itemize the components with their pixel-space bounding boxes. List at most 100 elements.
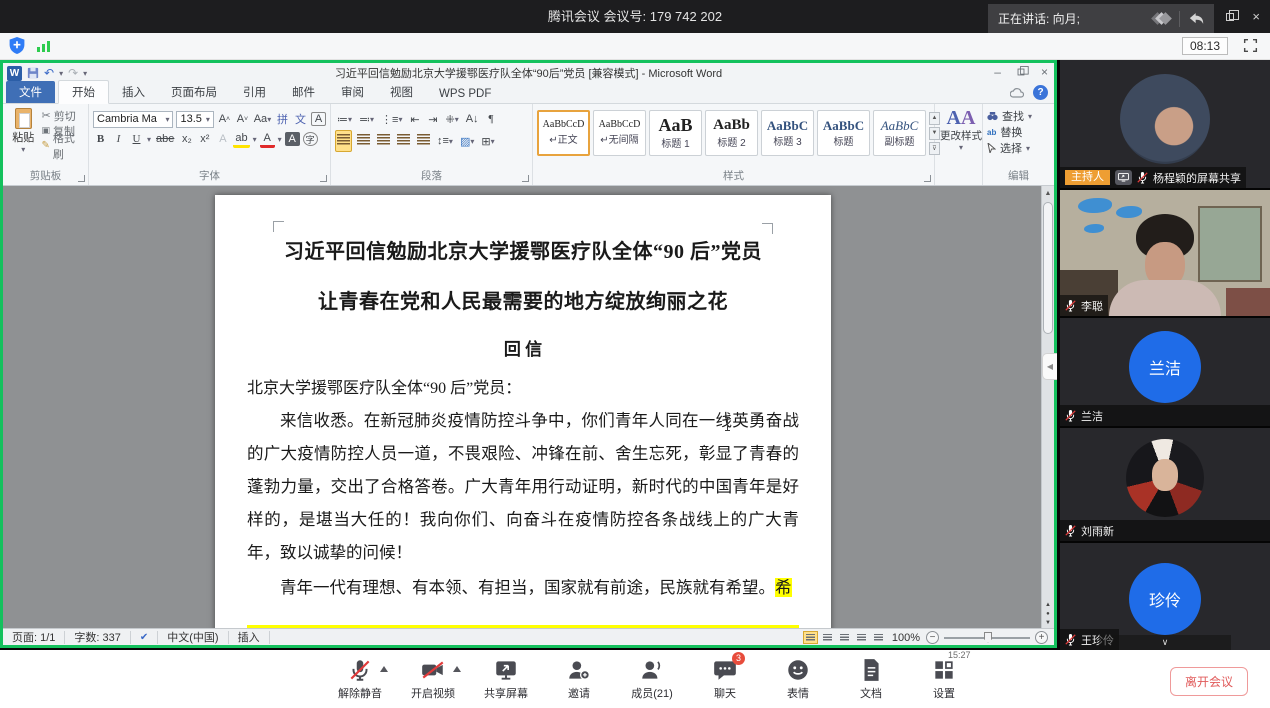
character-shading-button[interactable]: A	[285, 132, 300, 146]
subscript-button[interactable]: x₂	[179, 130, 194, 148]
participant-tile[interactable]: 兰洁 兰洁	[1060, 318, 1270, 426]
format-painter-button[interactable]: ✎格式刷	[42, 138, 84, 153]
style-subtitle[interactable]: AaBbC 副标题	[873, 110, 926, 156]
show-marks-button[interactable]: ¶	[484, 110, 499, 128]
page-indicator[interactable]: 页面: 1/1	[3, 631, 65, 644]
outline-view-button[interactable]	[854, 631, 869, 644]
borders-button[interactable]: ⊞▾	[479, 132, 496, 150]
strikethrough-button[interactable]: abe	[154, 130, 176, 148]
style-heading3[interactable]: AaBbC 标题 3	[761, 110, 814, 156]
settings-button[interactable]: 设置	[920, 657, 968, 701]
word-minimize-button[interactable]: –	[994, 66, 1001, 78]
change-styles-button[interactable]: AA 更改样式 ▾	[939, 108, 983, 152]
change-case-button[interactable]: Aa▾	[253, 110, 272, 128]
tab-home[interactable]: 开始	[58, 80, 109, 104]
redo-icon[interactable]: ↷	[68, 67, 78, 79]
styles-dialog-launcher[interactable]	[924, 175, 931, 182]
align-left-button[interactable]	[335, 130, 352, 152]
participant-tile-video[interactable]: 李聪	[1060, 190, 1270, 316]
tab-view[interactable]: 视图	[377, 81, 426, 103]
grow-font-button[interactable]: A˄	[217, 110, 232, 128]
characters-button[interactable]: 文	[293, 110, 308, 128]
undo-icon[interactable]: ↶	[44, 67, 54, 79]
distributed-button[interactable]	[415, 130, 432, 152]
style-title[interactable]: AaBbC 标题	[817, 110, 870, 156]
multilevel-list-button[interactable]: ⋮≡▾	[379, 110, 404, 128]
style-no-spacing[interactable]: AaBbCcD ↵无间隔	[593, 110, 646, 156]
superscript-button[interactable]: x²	[197, 130, 212, 148]
tab-page-layout[interactable]: 页面布局	[158, 81, 230, 103]
word-count[interactable]: 字数: 337	[65, 631, 130, 644]
style-heading1[interactable]: AaB 标题 1	[649, 110, 702, 156]
font-dialog-launcher[interactable]	[320, 175, 327, 182]
increase-indent-button[interactable]: ⇥	[425, 110, 440, 128]
video-options-caret[interactable]	[453, 666, 461, 672]
participant-tile[interactable]: 珍伶 王珍伶 ∨	[1060, 543, 1270, 650]
replace-button[interactable]: ab 替换	[987, 124, 1050, 140]
font-color-button[interactable]: A	[260, 130, 275, 148]
security-shield-icon[interactable]	[8, 36, 26, 55]
close-button[interactable]: ×	[1252, 10, 1260, 23]
scroll-up-arrow[interactable]: ▲	[1045, 186, 1052, 200]
document-page[interactable]: 习近平回信勉励北京大学援鄂医疗队全体“90 后”党员 让青春在党和人民最需要的地…	[215, 195, 831, 628]
leave-meeting-button[interactable]: 离开会议	[1170, 667, 1248, 696]
style-heading2[interactable]: AaBb 标题 2	[705, 110, 758, 156]
find-button[interactable]: 查找▾	[987, 108, 1050, 124]
word-restore-button[interactable]	[1018, 69, 1025, 76]
vertical-scrollbar[interactable]: ▲ ▲ ● ▼	[1041, 186, 1054, 628]
members-button[interactable]: 成员(21)	[628, 657, 676, 701]
sort-button[interactable]: A↓	[464, 110, 481, 128]
unmute-button[interactable]: 解除静音	[336, 657, 384, 701]
web-layout-view-button[interactable]	[837, 631, 852, 644]
next-page-button[interactable]: ▼	[1045, 620, 1051, 626]
paragraph-dialog-launcher[interactable]	[522, 175, 529, 182]
network-signal-icon[interactable]	[36, 38, 52, 54]
save-icon[interactable]	[27, 67, 39, 79]
help-icon[interactable]: ?	[1033, 85, 1048, 100]
tab-mailings[interactable]: 邮件	[279, 81, 328, 103]
spellcheck-status[interactable]: ✔	[131, 631, 158, 644]
zoom-in-button[interactable]: +	[1035, 631, 1048, 644]
underline-button[interactable]: U	[129, 130, 144, 148]
sync-cloud-icon[interactable]	[1010, 88, 1024, 98]
invite-button[interactable]: 邀请	[555, 657, 603, 701]
shading-button[interactable]: ▨▾	[458, 132, 476, 150]
zoom-track[interactable]	[944, 637, 1030, 639]
participant-tile[interactable]: 刘雨新	[1060, 428, 1270, 541]
bullets-button[interactable]: ≔▾	[335, 110, 354, 128]
style-normal[interactable]: AaBbCcD ↵正文	[537, 110, 590, 156]
start-video-button[interactable]: 开启视频	[409, 657, 457, 701]
chat-button[interactable]: 3 聊天	[701, 657, 749, 701]
enclose-characters-button[interactable]: 字	[303, 132, 318, 146]
docs-button[interactable]: 文档	[847, 657, 895, 701]
mic-options-caret[interactable]	[380, 666, 388, 672]
shrink-font-button[interactable]: A˅	[235, 110, 250, 128]
decrease-indent-button[interactable]: ⇤	[407, 110, 422, 128]
numbering-button[interactable]: ≕▾	[357, 110, 376, 128]
restore-button[interactable]	[1226, 13, 1234, 21]
qat-customize-caret[interactable]: ▾	[83, 69, 87, 78]
document-canvas[interactable]: 习近平回信勉励北京大学援鄂医疗队全体“90 后”党员 让青春在党和人民最需要的地…	[3, 186, 1054, 628]
paste-button[interactable]: 粘贴 ▾	[7, 108, 40, 154]
scrollbar-thumb[interactable]	[1043, 202, 1053, 334]
align-center-button[interactable]	[355, 130, 372, 152]
tab-references[interactable]: 引用	[230, 81, 279, 103]
tab-insert[interactable]: 插入	[109, 81, 158, 103]
reply-arrow-icon[interactable]	[1189, 12, 1204, 25]
line-spacing-button[interactable]: ↕≡▾	[435, 132, 455, 150]
text-effects-button[interactable]: A	[215, 130, 230, 148]
phonetic-guide-button[interactable]: 拼	[275, 110, 290, 128]
zoom-out-button[interactable]: −	[926, 631, 939, 644]
sidebar-collapse-chevron[interactable]: ∨	[1099, 635, 1231, 650]
language-indicator[interactable]: 中文(中国)	[158, 631, 228, 644]
insert-mode-indicator[interactable]: 插入	[229, 631, 270, 644]
reactions-button[interactable]: 表情	[774, 657, 822, 701]
font-size-combo[interactable]: 13.5▾	[176, 111, 213, 128]
select-browse-object-button[interactable]: ●	[1046, 611, 1050, 617]
fullscreen-icon[interactable]	[1243, 38, 1258, 53]
zoom-level[interactable]: 100%	[892, 632, 920, 644]
zoom-thumb[interactable]	[984, 632, 992, 643]
fullscreen-reading-view-button[interactable]	[820, 631, 835, 644]
bold-button[interactable]: B	[93, 130, 108, 148]
sidebar-collapse-handle[interactable]: ◀	[1042, 353, 1057, 380]
